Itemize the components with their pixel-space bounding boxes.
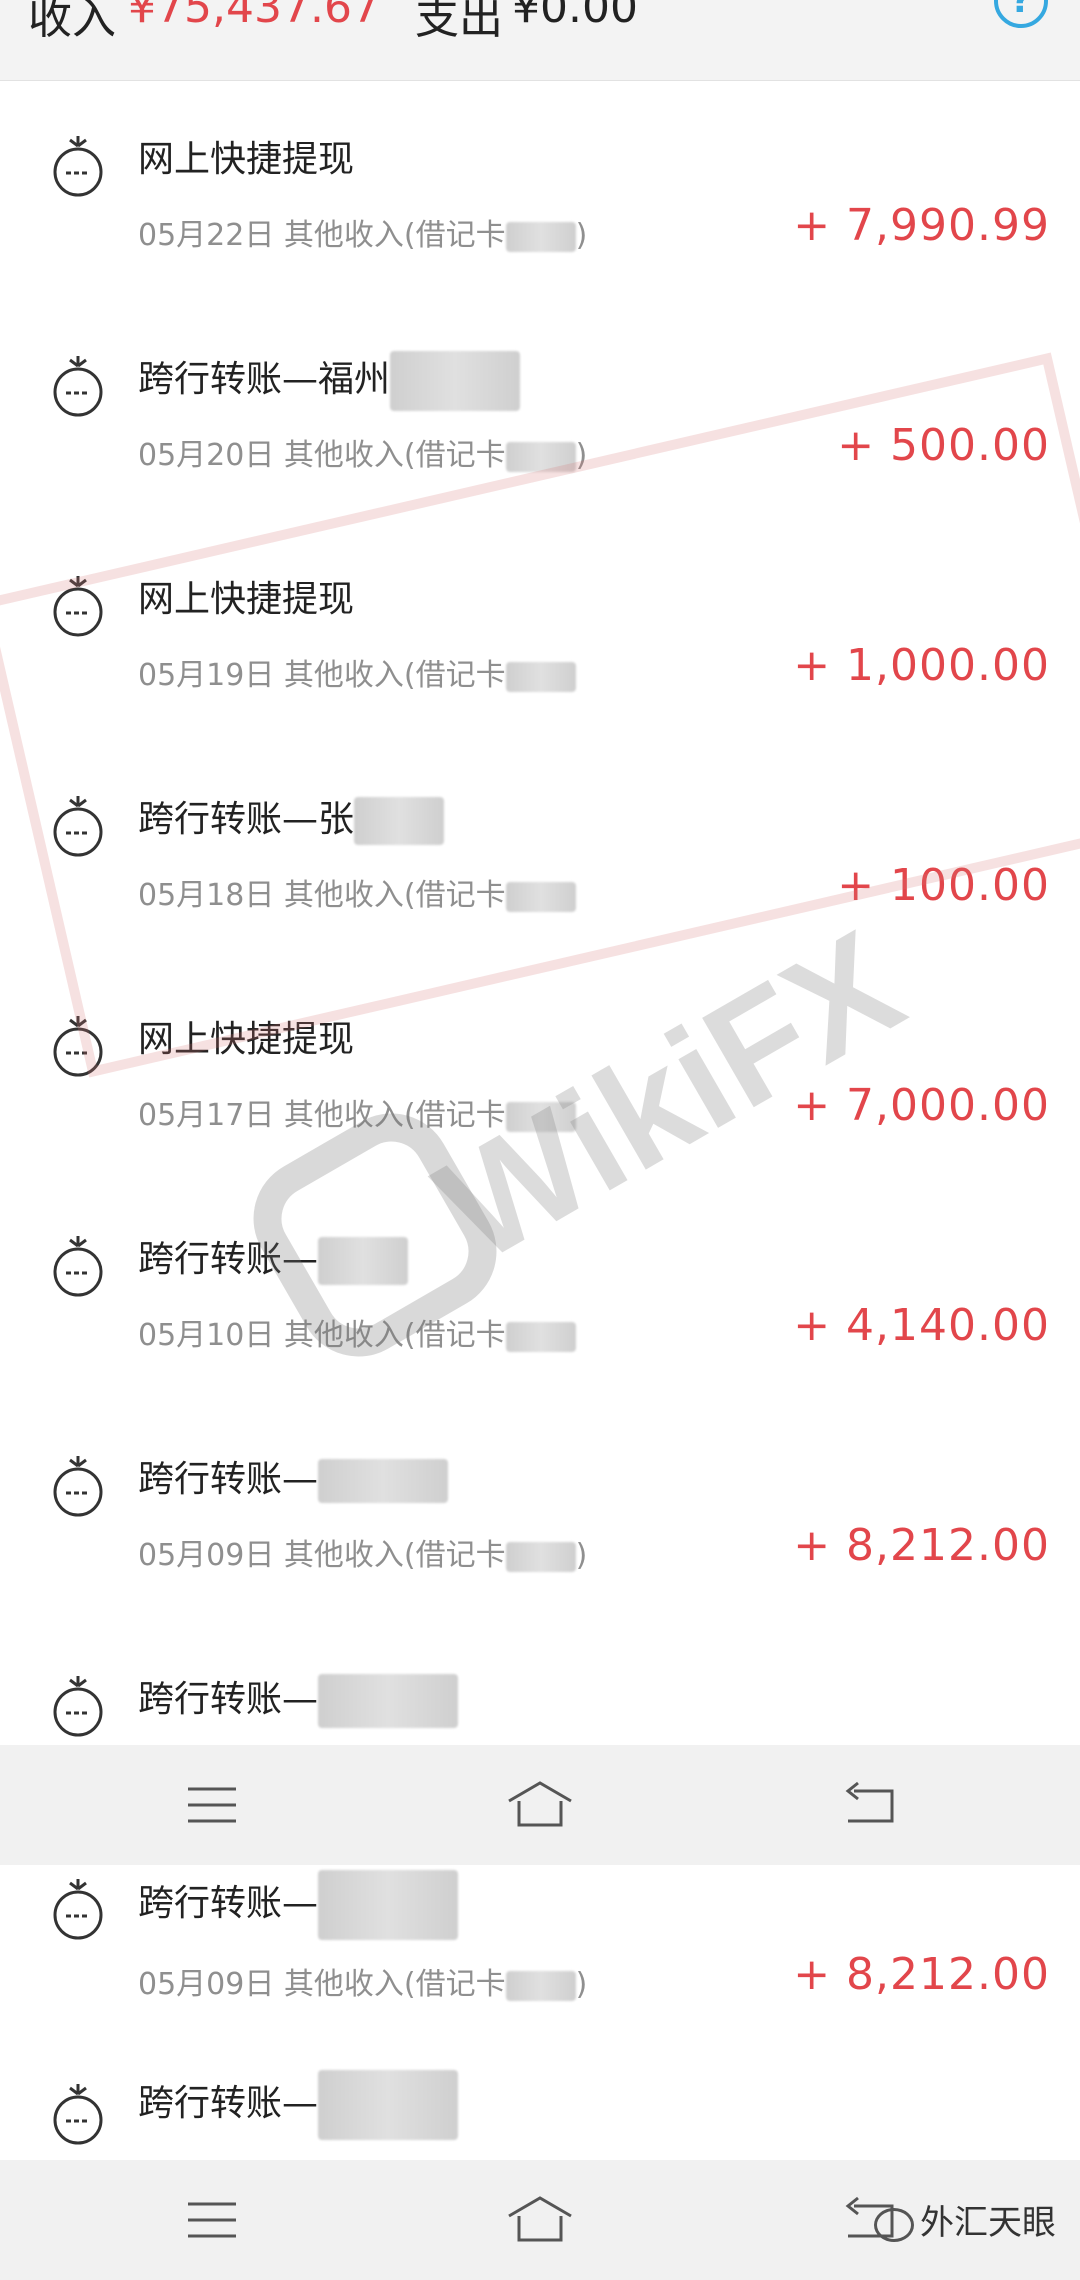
transaction-row[interactable]: 跨行转账—张 05月18日 其他收入(借记卡 + 100.00 — [0, 742, 1080, 964]
transaction-title: 跨行转账— — [138, 1670, 459, 1728]
redacted-card — [505, 661, 576, 692]
transaction-title: 跨行转账— — [138, 1450, 449, 1503]
home-icon[interactable] — [505, 2190, 575, 2250]
redacted-card — [505, 441, 576, 472]
menu-icon[interactable] — [182, 2190, 242, 2250]
expense-value: ¥0.00 — [512, 0, 638, 33]
summary-bar: 收入 ¥75,437.67 支出 ¥0.00 ? — [0, 0, 1080, 81]
transaction-amount: + 4,140.00 — [793, 1300, 1050, 1351]
redacted-card — [505, 1541, 576, 1572]
transaction-subtitle: 05月20日 其他收入(借记卡) — [138, 438, 588, 473]
transaction-amount: + 8,212.00 — [793, 1520, 1050, 1571]
redacted-card — [505, 881, 576, 912]
transaction-subtitle: 05月10日 其他收入(借记卡 — [138, 1310, 576, 1354]
transaction-subtitle: 05月09日 其他收入(借记卡) — [138, 1538, 588, 1573]
stopwatch-icon — [53, 2084, 103, 2145]
redacted-name — [318, 1870, 459, 1940]
stopwatch-icon — [53, 136, 103, 197]
transaction-row[interactable]: 跨行转账— 05月09日 其他收入(借记卡) + 8,212.00 — [0, 1865, 1080, 2042]
back-icon[interactable] — [840, 1775, 900, 1835]
redacted-name — [318, 1459, 449, 1503]
transaction-title: 跨行转账— — [138, 2070, 459, 2140]
stopwatch-icon — [53, 576, 103, 637]
transaction-row[interactable]: 跨行转账— 05月10日 其他收入(借记卡 + 4,140.00 — [0, 1182, 1080, 1404]
stopwatch-icon — [53, 1879, 103, 1940]
transaction-title: 跨行转账—福州 — [138, 350, 521, 411]
transaction-amount: + 8,212.00 — [793, 1949, 1050, 2000]
transaction-amount: + 100.00 — [837, 860, 1050, 911]
transaction-subtitle: 05月09日 其他收入(借记卡) — [138, 1967, 588, 2002]
transaction-title: 跨行转账—张 — [138, 790, 445, 845]
transaction-title: 跨行转账— — [138, 1230, 409, 1285]
transaction-title: 网上快捷提现 — [138, 139, 355, 180]
stopwatch-icon — [53, 796, 103, 857]
transaction-subtitle: 05月18日 其他收入(借记卡 — [138, 870, 576, 914]
redacted-name — [354, 797, 445, 845]
transaction-row[interactable]: 跨行转账— 05月09日 其他收入(借记卡) + 8,212.00 — [0, 1402, 1080, 1624]
transaction-amount: + 7,990.99 — [793, 200, 1050, 251]
transaction-subtitle: 05月22日 其他收入(借记卡) — [138, 218, 588, 253]
transaction-row[interactable]: 跨行转账—福州 05月20日 其他收入(借记卡) + 500.00 — [0, 302, 1080, 524]
redacted-name — [318, 2070, 459, 2140]
transaction-row[interactable]: 网上快捷提现 05月17日 其他收入(借记卡 + 7,000.00 — [0, 962, 1080, 1184]
stopwatch-icon — [53, 1676, 103, 1737]
wechat-icon — [874, 2207, 914, 2242]
transaction-row[interactable]: 网上快捷提现 05月22日 其他收入(借记卡) + 7,990.99 — [0, 82, 1080, 304]
redacted-card — [505, 1970, 576, 2001]
help-icon[interactable]: ? — [994, 0, 1048, 28]
menu-icon[interactable] — [182, 1775, 242, 1835]
expense-label: 支出 — [415, 0, 503, 44]
redacted-card — [505, 1101, 576, 1132]
transaction-title: 网上快捷提现 — [138, 1019, 355, 1060]
transaction-title: 跨行转账— — [138, 1870, 459, 1940]
stopwatch-icon — [53, 1236, 103, 1297]
stopwatch-icon — [53, 1456, 103, 1517]
transaction-amount: + 500.00 — [837, 420, 1050, 471]
redacted-card — [505, 1321, 576, 1352]
transaction-amount: + 7,000.00 — [793, 1080, 1050, 1131]
redacted-card — [505, 221, 576, 252]
stopwatch-icon — [53, 356, 103, 417]
transaction-subtitle: 05月19日 其他收入(借记卡 — [138, 650, 576, 694]
brand-label: 外汇天眼 — [874, 2195, 1056, 2244]
redacted-name — [318, 1674, 459, 1728]
transaction-subtitle: 05月17日 其他收入(借记卡 — [138, 1090, 576, 1134]
home-icon[interactable] — [505, 1775, 575, 1835]
redacted-name — [318, 1237, 409, 1285]
income-value: ¥75,437.67 — [128, 0, 380, 33]
redacted-name — [390, 351, 521, 411]
transaction-title: 网上快捷提现 — [138, 579, 355, 620]
income-label: 收入 — [28, 0, 116, 44]
transaction-amount: + 1,000.00 — [793, 640, 1050, 691]
stopwatch-icon — [53, 1016, 103, 1077]
navigation-bar — [0, 1745, 1080, 1865]
transaction-row[interactable]: 网上快捷提现 05月19日 其他收入(借记卡 + 1,000.00 — [0, 522, 1080, 744]
